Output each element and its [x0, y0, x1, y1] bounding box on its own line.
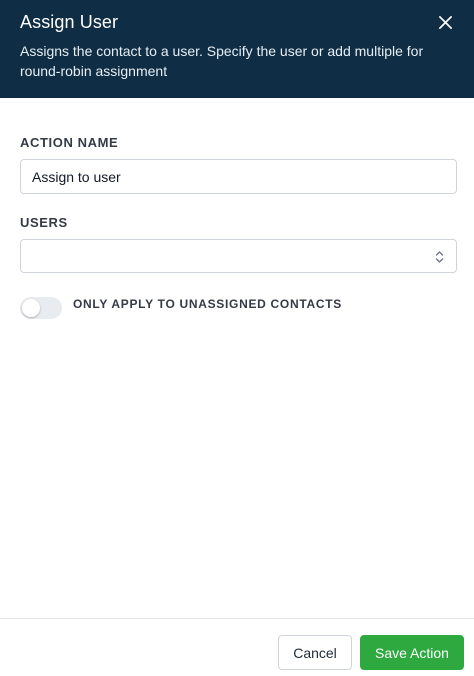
close-button[interactable]: [436, 13, 454, 31]
unassigned-only-toggle[interactable]: [20, 297, 62, 319]
save-action-button[interactable]: Save Action: [360, 635, 464, 670]
cancel-button[interactable]: Cancel: [278, 635, 352, 670]
assign-user-panel: Assign User Assigns the contact to a use…: [0, 0, 474, 676]
close-icon: [438, 15, 452, 29]
panel-header: Assign User Assigns the contact to a use…: [0, 0, 474, 98]
action-name-label: ACTION NAME: [20, 135, 119, 150]
unassigned-toggle-row: ONLY APPLY TO UNASSIGNED CONTACTS: [20, 297, 342, 319]
panel-title: Assign User: [20, 12, 119, 32]
users-select[interactable]: [20, 239, 457, 273]
action-name-input[interactable]: [20, 159, 457, 194]
panel-footer: Cancel Save Action: [0, 618, 474, 676]
unassigned-toggle-label: ONLY APPLY TO UNASSIGNED CONTACTS: [73, 296, 342, 311]
toggle-knob: [22, 299, 40, 317]
select-chevrons-icon: [435, 251, 444, 263]
users-label: USERS: [20, 215, 68, 230]
panel-description: Assigns the contact to a user. Specify t…: [20, 43, 424, 79]
